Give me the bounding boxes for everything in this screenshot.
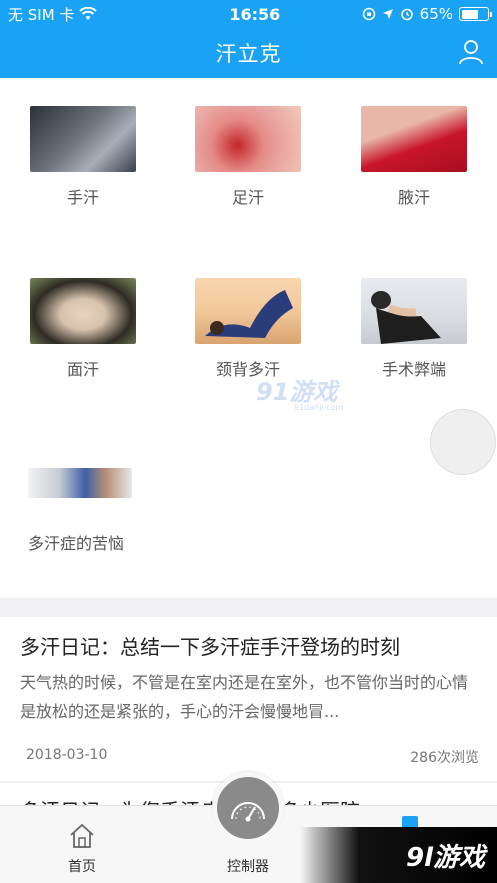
nav-bar: 汗立克 (0, 28, 497, 78)
status-time: 16:56 (229, 4, 281, 24)
carrier-label: 无 SIM 卡 (8, 5, 75, 24)
category-label: 手术弊端 (381, 360, 446, 379)
orientation-lock-icon (362, 7, 375, 21)
floating-assistive-button[interactable] (430, 409, 496, 475)
thumbnail-figure (205, 290, 293, 338)
category-label: 腋汗 (397, 188, 430, 207)
category-thumbnail (28, 468, 132, 498)
category-item-face[interactable]: 面汗 (13, 278, 153, 380)
category-grid: 手汗 足汗 腋汗 面汗 颈背多汗 手术弊端 多汗症的苦恼 (0, 78, 497, 598)
category-item-foot[interactable]: 足汗 (178, 106, 318, 208)
category-item-surgery[interactable]: 手术弊端 (344, 278, 484, 380)
category-thumbnail (361, 278, 467, 344)
battery-fill (461, 9, 478, 19)
category-label: 面汗 (66, 360, 99, 379)
category-thumbnail (30, 106, 136, 172)
category-label: 手汗 (66, 188, 99, 207)
battery-icon (459, 7, 492, 21)
category-thumbnail (195, 278, 301, 344)
category-thumbnail (30, 278, 136, 344)
tab-home[interactable]: 首页 (22, 806, 142, 883)
category-thumbnail (195, 106, 301, 172)
category-item-neck-back[interactable]: 颈背多汗 (178, 278, 318, 380)
tab-controller-label: 控制器 (227, 859, 269, 875)
category-label: 足汗 (231, 188, 264, 207)
category-thumbnail (361, 106, 467, 172)
battery-percent: 65% (419, 5, 453, 23)
category-item-distress[interactable]: 多汗症的苦恼 (28, 468, 168, 554)
category-label: 多汗症的苦恼 (28, 534, 125, 553)
thumbnail-figure (371, 291, 441, 344)
article-card[interactable]: 多汗日记：总结一下多汗症手汗登场的时刻 天气热的时候，不管是在室内还是在室外，也… (0, 617, 497, 781)
watermark-logo: 91游戏 91danji.com (256, 378, 344, 412)
location-icon (382, 9, 393, 19)
article-summary: 天气热的时候，不管是在室内还是在室外，也不管你当时的心情是放松的还是紧张的，手心… (20, 673, 469, 721)
category-item-hand[interactable]: 手汗 (13, 106, 153, 208)
speedometer-icon (231, 802, 265, 822)
category-item-armpit[interactable]: 腋汗 (344, 106, 484, 208)
tab-home-label: 首页 (68, 859, 96, 875)
watermark-corner-logo: 9l游戏 (300, 827, 497, 883)
article-views: 286次浏览 (410, 750, 479, 766)
home-icon (70, 823, 94, 848)
article-title: 多汗日记：总结一下多汗症手汗登场的时刻 (20, 635, 400, 659)
user-icon[interactable] (457, 38, 485, 66)
status-bar: 无 SIM 卡 16:56 65% (0, 0, 497, 28)
wifi-icon (79, 7, 98, 20)
article-meta: 2018-03-10 286次浏览 (26, 747, 479, 767)
article-date: 2018-03-10 (26, 747, 108, 763)
page-title: 汗立克 (215, 42, 282, 66)
controller-button[interactable] (212, 772, 284, 844)
alarm-icon (400, 8, 413, 21)
